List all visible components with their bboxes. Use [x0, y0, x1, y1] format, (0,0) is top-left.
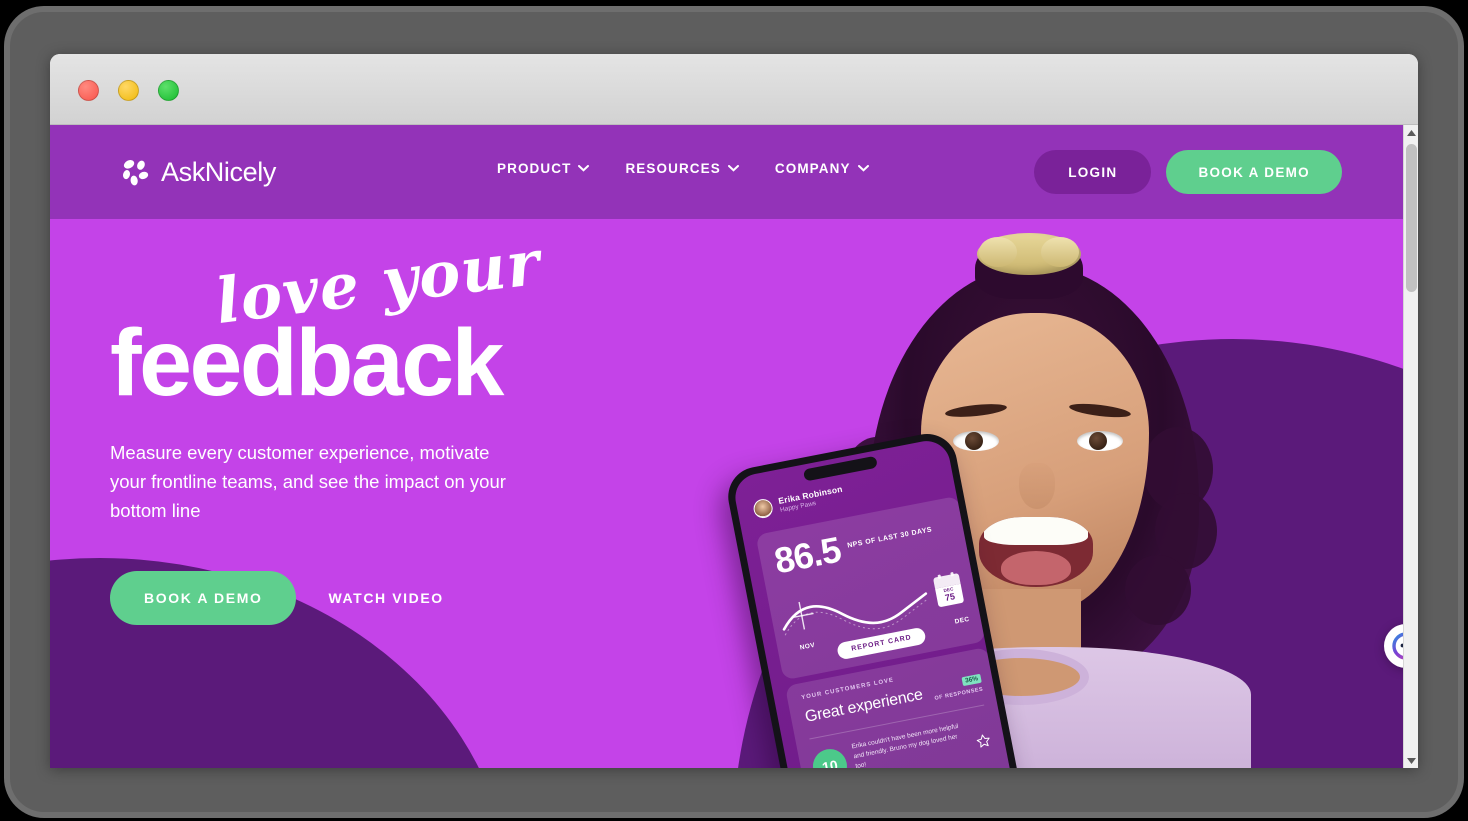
- hero-copy: love your feedback Measure every custome…: [110, 226, 580, 625]
- scrollbar-thumb[interactable]: [1406, 144, 1417, 292]
- watch-video-link[interactable]: WATCH VIDEO: [318, 582, 453, 614]
- triangle-up-icon: [1407, 129, 1416, 136]
- nps-axis-start-label: NOV: [799, 641, 816, 652]
- pinwheel-flower-icon: [123, 160, 149, 186]
- site-header: AskNicely PRODUCT RESOURCES COMPANY LOGI…: [50, 125, 1403, 219]
- eyebrow-left: [944, 401, 1008, 420]
- calendar-value: 75: [943, 590, 956, 603]
- triangle-down-icon: [1407, 757, 1416, 764]
- eyebrow-right: [1068, 401, 1132, 420]
- chevron-down-icon: [727, 165, 739, 172]
- window-controls: [78, 80, 179, 101]
- nav-item-company[interactable]: COMPANY: [775, 161, 869, 176]
- page-title: feedback: [110, 310, 504, 416]
- pupil: [965, 432, 983, 450]
- nav-item-product[interactable]: PRODUCT: [497, 161, 590, 176]
- hair-curl: [1125, 555, 1191, 625]
- vertical-scrollbar[interactable]: [1403, 125, 1418, 768]
- nps-card[interactable]: 86.5 NPS OF LAST 30 DAYS NOV DEC 75 DEC …: [755, 495, 986, 681]
- logo-wordmark: AskNicely: [161, 156, 276, 187]
- eye-left: [953, 431, 999, 451]
- close-window-button[interactable]: [78, 80, 99, 101]
- hero-photo: Erika Robinson Happy Paws 86.5 NPS OF LA…: [650, 219, 1403, 768]
- phone-user-header: Erika Robinson Happy Paws: [751, 484, 845, 520]
- browser-viewport: AskNicely PRODUCT RESOURCES COMPANY LOGI…: [50, 125, 1418, 768]
- window-titlebar: [50, 54, 1418, 125]
- scrunchie: [977, 233, 1081, 275]
- book-a-demo-hero-button[interactable]: BOOK A DEMO: [110, 570, 297, 625]
- teeth: [984, 517, 1088, 545]
- nav-item-resources[interactable]: RESOURCES: [625, 161, 739, 176]
- nav-label: PRODUCT: [497, 161, 572, 176]
- hero-section: Erika Robinson Happy Paws 86.5 NPS OF LA…: [50, 219, 1403, 768]
- monitor-frame: AskNicely PRODUCT RESOURCES COMPANY LOGI…: [0, 0, 1468, 821]
- main-navigation: PRODUCT RESOURCES COMPANY: [497, 161, 869, 176]
- responses-percent-badge: 36% OF RESPONSES: [930, 667, 984, 702]
- nps-score-badge: 10: [810, 746, 850, 768]
- chevron-down-icon: [857, 165, 869, 172]
- nps-label: NPS OF LAST 30 DAYS: [846, 526, 933, 550]
- hero-subheading: Measure every customer experience, motiv…: [110, 441, 506, 522]
- pupil: [1089, 432, 1107, 450]
- tongue: [1001, 551, 1071, 585]
- avatar: [751, 497, 775, 520]
- book-a-demo-header-button[interactable]: BOOK A DEMO: [1166, 150, 1342, 194]
- nps-header-row: 86.5 NPS OF LAST 30 DAYS: [770, 516, 936, 582]
- review-text: Erika couldn't have been more helpful an…: [851, 722, 959, 768]
- nps-axis-end-label: DEC: [954, 615, 971, 626]
- login-button[interactable]: LOGIN: [1034, 150, 1152, 194]
- chevron-down-icon: [578, 165, 590, 172]
- scroll-down-button[interactable]: [1404, 753, 1418, 768]
- maximize-window-button[interactable]: [158, 80, 179, 101]
- mouth-smiling: [979, 517, 1093, 587]
- star-outline-icon[interactable]: [975, 732, 993, 750]
- nav-label: COMPANY: [774, 161, 851, 176]
- scroll-up-button[interactable]: [1404, 125, 1418, 140]
- nose: [1019, 463, 1055, 509]
- web-page: AskNicely PRODUCT RESOURCES COMPANY LOGI…: [50, 125, 1403, 768]
- phone-notch: [802, 455, 878, 482]
- site-logo[interactable]: AskNicely: [118, 155, 276, 189]
- calendar-badge: DEC 75: [932, 573, 965, 607]
- nps-value: 86.5: [770, 528, 844, 582]
- nav-label: RESOURCES: [625, 161, 721, 176]
- eye-right: [1077, 431, 1123, 451]
- responses-percent-value: 36%: [961, 673, 982, 687]
- hero-cta-group: BOOK A DEMO WATCH VIDEO: [110, 570, 580, 625]
- header-actions: LOGIN BOOK A DEMO: [1034, 150, 1342, 194]
- browser-window: AskNicely PRODUCT RESOURCES COMPANY LOGI…: [50, 54, 1418, 768]
- minimize-window-button[interactable]: [118, 80, 139, 101]
- responses-percent-label: OF RESPONSES: [934, 686, 984, 702]
